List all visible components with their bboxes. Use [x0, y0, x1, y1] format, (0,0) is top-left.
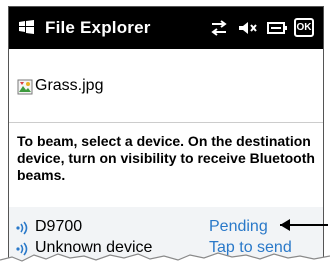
image-file-icon: [17, 79, 33, 95]
connectivity-arrows-icon[interactable]: [208, 19, 230, 37]
title-bar: File Explorer OK: [9, 7, 323, 49]
windows-logo-icon[interactable]: [18, 19, 35, 35]
device-status-link[interactable]: Pending: [209, 218, 268, 236]
app-title: File Explorer: [45, 18, 151, 37]
divider: [9, 122, 323, 123]
device-screenshot: File Explorer OK Grass.jpg To beam, sele…: [0, 0, 330, 270]
battery-charging-icon[interactable]: [266, 19, 288, 37]
callout-arrow-icon: [280, 219, 328, 231]
bluetooth-icon: [16, 221, 28, 235]
ok-button[interactable]: OK: [294, 18, 314, 37]
device-name: D9700: [35, 218, 83, 235]
speaker-mute-icon[interactable]: [236, 19, 258, 37]
device-row[interactable]: D9700 Pending: [9, 217, 323, 239]
file-name: Grass.jpg: [35, 77, 104, 94]
torn-edge-decoration: [0, 252, 330, 270]
beam-instructions: To beam, select a device. On the destina…: [17, 133, 315, 183]
screen: File Explorer OK Grass.jpg To beam, sele…: [8, 6, 324, 268]
